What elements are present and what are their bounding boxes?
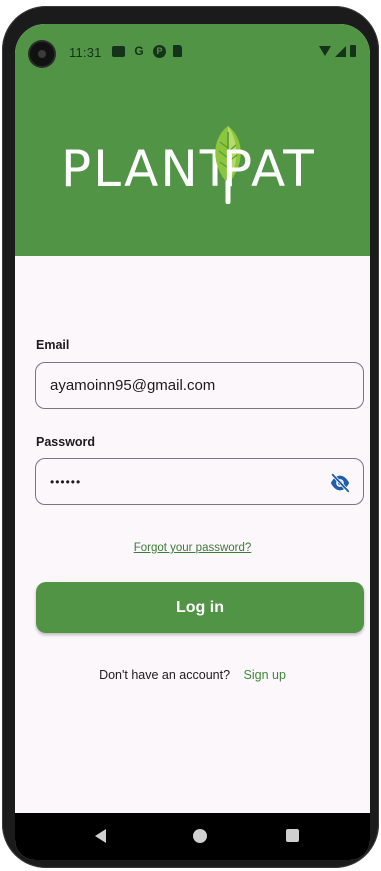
app-icon: P (153, 44, 166, 58)
back-icon[interactable] (95, 829, 106, 843)
home-icon[interactable] (193, 829, 207, 843)
no-account-text: Don't have an account? (99, 668, 231, 682)
password-field[interactable] (35, 458, 364, 505)
email-label: Email (36, 338, 70, 352)
wifi-icon (319, 46, 331, 56)
status-right-icons (319, 45, 356, 57)
status-icons: G P (112, 44, 182, 58)
navigation-bar (15, 813, 370, 860)
login-button[interactable]: Log in (36, 582, 364, 633)
status-bar: 11:31 G P (15, 24, 370, 76)
eye-off-icon[interactable] (329, 472, 351, 494)
phone-bezel: 11:31 G P PLANT PAT Email ayamoinn95@gma… (2, 6, 379, 868)
email-input[interactable] (36, 376, 322, 395)
signal-icon (335, 45, 346, 57)
password-label: Password (36, 435, 96, 449)
sim-card-icon (173, 45, 182, 57)
battery-icon (350, 45, 356, 57)
signup-link[interactable]: Sign up (244, 668, 286, 682)
app-logo: PLANT PAT (15, 124, 370, 214)
phone-screen: 11:31 G P PLANT PAT Email ayamoinn95@gma… (15, 24, 370, 860)
camera-icon (30, 42, 54, 66)
forgot-password-link[interactable]: Forgot your password? (15, 542, 370, 554)
google-icon: G (134, 44, 144, 58)
app-header: 11:31 G P PLANT PAT (15, 24, 370, 256)
email-field[interactable] (35, 362, 364, 409)
status-time: 11:31 (69, 45, 102, 60)
recents-icon[interactable] (286, 829, 299, 842)
logo-text-right: PAT (222, 140, 316, 198)
password-input[interactable] (36, 473, 322, 490)
logo-text-left: PLANT (61, 140, 233, 198)
device: 11:31 G P PLANT PAT Email ayamoinn95@gma… (0, 0, 381, 871)
gallery-icon (112, 45, 125, 57)
signup-row: Don't have an account? Sign up (15, 668, 370, 682)
